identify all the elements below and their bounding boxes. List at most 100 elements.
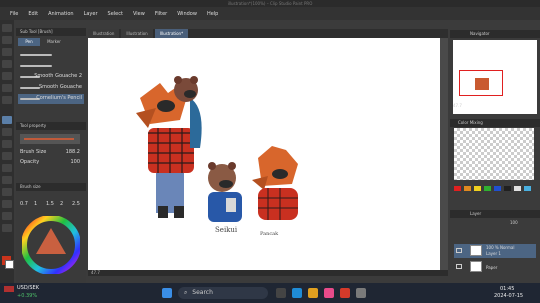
pen-tool-icon[interactable] xyxy=(2,96,12,104)
layer-header: Layer xyxy=(450,210,540,218)
canvas-tab-bar: Illustration Illustration Illustration* xyxy=(88,29,448,38)
menu-view[interactable]: View xyxy=(133,11,145,17)
opacity-value[interactable]: 100 xyxy=(70,159,80,165)
brush-item[interactable]: Smooth Gouache xyxy=(18,83,84,93)
correct-line-tool-icon[interactable] xyxy=(2,224,12,232)
figure-tool-icon[interactable] xyxy=(2,176,12,184)
operation-tool-icon[interactable] xyxy=(2,48,12,56)
signature-text-2: Pancak xyxy=(260,231,279,237)
color-wheel[interactable] xyxy=(22,216,80,274)
canvas[interactable]: Seikui Pancak xyxy=(88,38,440,270)
color-swatch[interactable] xyxy=(504,186,511,191)
stocks-icon[interactable] xyxy=(4,286,14,292)
brush-label: Smooth Gouache 2 xyxy=(34,73,82,79)
navigator-thumbnail xyxy=(475,78,489,90)
ruler-tool-icon[interactable] xyxy=(2,212,12,220)
clock-date[interactable]: 2024-07-15 xyxy=(494,293,523,299)
search-box[interactable]: ⌕ Search xyxy=(178,287,268,299)
navigator-header: Navigator xyxy=(450,30,540,38)
eraser-tool-icon[interactable] xyxy=(2,128,12,136)
color-mixing-area[interactable] xyxy=(454,128,534,180)
file-explorer-icon[interactable] xyxy=(308,288,318,298)
brush-size-value[interactable]: 188.2 xyxy=(66,149,80,155)
start-icon[interactable] xyxy=(162,288,172,298)
tab-marker[interactable]: Marker xyxy=(42,38,66,46)
layer-opacity[interactable]: 100 xyxy=(510,220,518,225)
color-swatch[interactable] xyxy=(524,186,531,191)
blend-tool-icon[interactable] xyxy=(2,140,12,148)
ticker-value: +0.39% xyxy=(17,293,38,299)
menu-bar: File Edit Animation Layer Select View Fi… xyxy=(0,7,540,20)
tool-property-header: Tool property xyxy=(16,122,86,130)
search-placeholder: Search xyxy=(192,289,213,296)
color-swatch[interactable] xyxy=(454,186,461,191)
brush-tool-icon[interactable] xyxy=(2,116,12,124)
menu-select[interactable]: Select xyxy=(108,11,123,17)
color-mixing-header: Color Mixing xyxy=(450,119,540,127)
menu-animation[interactable]: Animation xyxy=(48,11,74,17)
color-swatch[interactable] xyxy=(474,186,481,191)
tool-bar xyxy=(0,20,14,283)
layer-row[interactable]: Paper xyxy=(454,260,536,274)
lasso-tool-icon[interactable] xyxy=(2,72,12,80)
canvas-scrollbar[interactable] xyxy=(440,38,448,270)
color-swatch[interactable] xyxy=(464,186,471,191)
brush-size-preset[interactable]: 0.7 xyxy=(20,201,28,207)
brush-item[interactable]: Smooth Gouache 2 xyxy=(18,72,84,82)
layer-name: Layer 1 xyxy=(486,251,501,256)
canvas-tab[interactable]: Illustration xyxy=(121,29,153,38)
canvas-tab-active[interactable]: Illustration* xyxy=(154,29,189,38)
brush-item[interactable]: Cornelium's Pencil xyxy=(18,94,84,104)
text-tool-icon[interactable] xyxy=(2,188,12,196)
eyedropper-tool-icon[interactable] xyxy=(2,84,12,92)
move-tool-icon[interactable] xyxy=(2,36,12,44)
menu-filter[interactable]: Filter xyxy=(155,11,167,17)
brush-stroke-preview xyxy=(20,54,52,56)
ticker-label[interactable]: USD/SEK xyxy=(17,285,39,291)
fox-character-large xyxy=(136,83,202,218)
sub-color-swatch[interactable] xyxy=(5,260,14,269)
bear-character-small xyxy=(208,162,242,222)
clip-studio-icon[interactable] xyxy=(356,288,366,298)
edge-icon[interactable] xyxy=(292,288,302,298)
navigator-preview[interactable] xyxy=(453,40,537,114)
menu-help[interactable]: Help xyxy=(207,11,218,17)
canvas-tab[interactable]: Illustration xyxy=(88,29,120,38)
fill-tool-icon[interactable] xyxy=(2,152,12,160)
menu-edit[interactable]: Edit xyxy=(28,11,38,17)
menu-window[interactable]: Window xyxy=(177,11,197,17)
brush-item[interactable] xyxy=(18,50,84,60)
menu-file[interactable]: File xyxy=(10,11,18,17)
brush-label: Smooth Gouache xyxy=(38,84,82,90)
layer-blend: 100 % Normal xyxy=(486,245,515,250)
eye-icon[interactable] xyxy=(456,248,462,253)
balloon-tool-icon[interactable] xyxy=(2,200,12,208)
brush-size-preset[interactable]: 2 xyxy=(60,201,63,207)
layer-row[interactable]: 100 % Normal Layer 1 xyxy=(454,244,536,258)
gradient-tool-icon[interactable] xyxy=(2,164,12,172)
zoom-level[interactable]: 47.7 xyxy=(91,270,100,275)
brush-label: Cornelium's Pencil xyxy=(36,95,82,101)
menu-layer[interactable]: Layer xyxy=(84,11,98,17)
clock-time[interactable]: 01:45 xyxy=(500,286,514,292)
color-swatch[interactable] xyxy=(484,186,491,191)
color-swatch[interactable] xyxy=(514,186,521,191)
zoom-tool-icon[interactable] xyxy=(2,24,12,32)
tab-pen[interactable]: Pen xyxy=(18,38,40,46)
chrome-icon[interactable] xyxy=(340,288,350,298)
brush-preview xyxy=(20,134,80,144)
brush-size-preset[interactable]: 1.5 xyxy=(46,201,54,207)
navigator-zoom[interactable]: 47.7 xyxy=(453,103,462,108)
eye-icon[interactable] xyxy=(456,264,462,269)
selection-tool-icon[interactable] xyxy=(2,60,12,68)
app-icon[interactable] xyxy=(324,288,334,298)
layer-thumbnail xyxy=(470,245,482,256)
search-icon: ⌕ xyxy=(184,289,188,296)
task-view-icon[interactable] xyxy=(276,288,286,298)
brush-size-preset[interactable]: 2.5 xyxy=(72,201,80,207)
brush-size-preset[interactable]: 1 xyxy=(34,201,37,207)
window-title: illustration*(100%) – Clip Studio Paint … xyxy=(0,0,540,7)
sub-tool-header: Sub Tool [Brush] xyxy=(16,28,86,36)
color-swatch[interactable] xyxy=(494,186,501,191)
brush-item[interactable] xyxy=(18,61,84,71)
